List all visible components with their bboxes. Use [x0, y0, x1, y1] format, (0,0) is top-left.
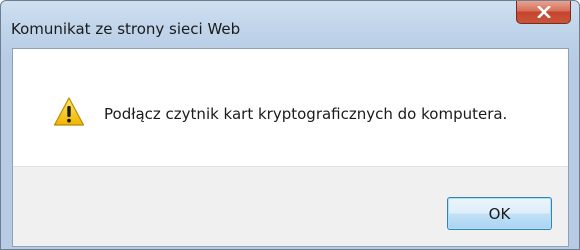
window-title: Komunikat ze strony sieci Web [11, 20, 241, 38]
button-bar: OK [13, 166, 568, 246]
message-area: Podłącz czytnik kart kryptograficznych d… [13, 49, 568, 166]
close-button[interactable] [516, 1, 571, 24]
dialog-body: Podłącz czytnik kart kryptograficznych d… [12, 48, 569, 247]
title-bar[interactable]: Komunikat ze strony sieci Web [1, 1, 579, 47]
warning-icon [53, 96, 85, 128]
ok-button[interactable]: OK [447, 197, 552, 230]
dialog-message: Podłącz czytnik kart kryptograficznych d… [104, 105, 508, 123]
dialog-window: Komunikat ze strony sieci Web Podłącz cz… [0, 0, 580, 250]
close-icon [536, 6, 551, 18]
